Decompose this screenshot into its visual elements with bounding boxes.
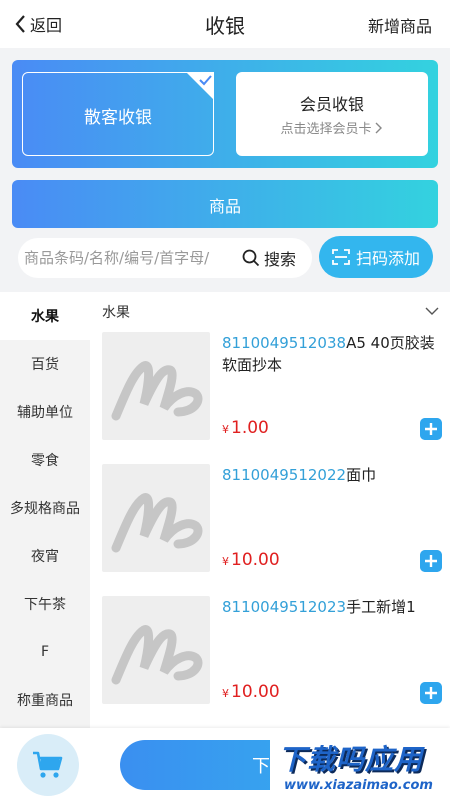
add-to-cart-icon[interactable]: [420, 418, 442, 440]
category-sidebar: 水果 百货 辅助单位 零食 多规格商品 夜宵 下午茶 F 称重商品: [0, 292, 90, 740]
add-to-cart-icon[interactable]: [420, 550, 442, 572]
cart-icon: [33, 751, 63, 778]
category-item-snacks[interactable]: 零食: [0, 436, 90, 484]
check-corner-icon: [186, 72, 214, 100]
product-code: 8110049512038: [222, 334, 347, 352]
currency-symbol: ¥: [222, 555, 229, 568]
product-name: 8110049512022面巾: [222, 464, 436, 486]
category-item-weighed[interactable]: 称重商品: [0, 676, 90, 724]
product-price: ¥10.00: [222, 682, 280, 702]
product-name: 8110049512038A5 40页胶装软面抄本: [222, 332, 436, 376]
place-order-label: 下: [252, 756, 270, 777]
watermark-url: www.xiazaimao.com: [284, 778, 433, 793]
scan-add-label: 扫码添加: [355, 249, 420, 268]
site-watermark: 下载吗应用 www.xiazaimao.com: [270, 734, 448, 798]
product-price: ¥10.00: [222, 550, 280, 570]
member-checkout-label: 会员收银: [299, 95, 364, 114]
watermark-main-text: 下载吗应用: [278, 743, 424, 776]
product-item[interactable]: 8110049512023手工新增1 ¥10.00: [102, 596, 442, 706]
product-list: 水果 8110049512038A5 40页胶装软面抄本 ¥1.00 81100…: [90, 292, 450, 740]
checkout-mode-panel: 散客收银 会员收银 点击选择会员卡: [12, 60, 438, 168]
placeholder-logo-icon: [111, 493, 203, 553]
goods-section-bar: 商品: [12, 180, 438, 228]
category-item-fruit[interactable]: 水果: [0, 292, 90, 340]
top-bar: 返回 收银 新增商品: [0, 0, 450, 48]
search-button-label: 搜索: [264, 250, 297, 269]
product-name: 8110049512023手工新增1: [222, 596, 436, 618]
category-item-afternoon-tea[interactable]: 下午茶: [0, 580, 90, 628]
search-icon: [242, 249, 260, 267]
placeholder-logo-icon: [111, 361, 203, 421]
search-input[interactable]: [24, 242, 238, 274]
add-to-cart-icon[interactable]: [420, 682, 442, 704]
add-goods-button[interactable]: 新增商品: [368, 13, 432, 37]
member-checkout-option[interactable]: 会员收银 点击选择会员卡: [236, 72, 428, 156]
chevron-right-icon: [375, 122, 382, 133]
member-card-hint-text: 点击选择会员卡: [280, 122, 372, 137]
product-item[interactable]: 8110049512022面巾 ¥10.00: [102, 464, 442, 574]
category-item-multi-spec[interactable]: 多规格商品: [0, 484, 90, 532]
scan-add-button[interactable]: 扫码添加: [319, 236, 433, 278]
placeholder-logo-icon: [111, 625, 203, 685]
category-item-f[interactable]: F: [0, 628, 90, 676]
member-card-hint: 点击选择会员卡: [236, 118, 428, 137]
category-item-general[interactable]: 百货: [0, 340, 90, 388]
walkin-checkout-label: 散客收银: [84, 108, 152, 128]
scan-icon: [332, 249, 350, 265]
chevron-down-icon[interactable]: [424, 306, 440, 316]
currency-symbol: ¥: [222, 423, 229, 436]
product-code: 8110049512022: [222, 466, 347, 484]
product-image-placeholder: [102, 596, 210, 704]
cart-button[interactable]: [17, 734, 79, 796]
search-box: 搜索: [18, 238, 312, 278]
walkin-checkout-option[interactable]: 散客收银: [22, 72, 214, 156]
product-price: ¥1.00: [222, 418, 269, 438]
product-price-value: 1.00: [231, 418, 269, 438]
currency-symbol: ¥: [222, 687, 229, 700]
list-category-header: 水果: [102, 305, 130, 321]
product-image-placeholder: [102, 464, 210, 572]
product-price-value: 10.00: [231, 682, 280, 702]
category-item-aux-unit[interactable]: 辅助单位: [0, 388, 90, 436]
product-title: 面巾: [346, 466, 377, 484]
product-image-placeholder: [102, 332, 210, 440]
product-code: 8110049512023: [222, 598, 347, 616]
product-price-value: 10.00: [231, 550, 280, 570]
category-item-late-night[interactable]: 夜宵: [0, 532, 90, 580]
product-item[interactable]: 8110049512038A5 40页胶装软面抄本 ¥1.00: [102, 332, 442, 442]
search-button[interactable]: 搜索: [242, 246, 296, 270]
goods-section-label: 商品: [208, 197, 241, 216]
product-title: 手工新增1: [346, 598, 416, 616]
